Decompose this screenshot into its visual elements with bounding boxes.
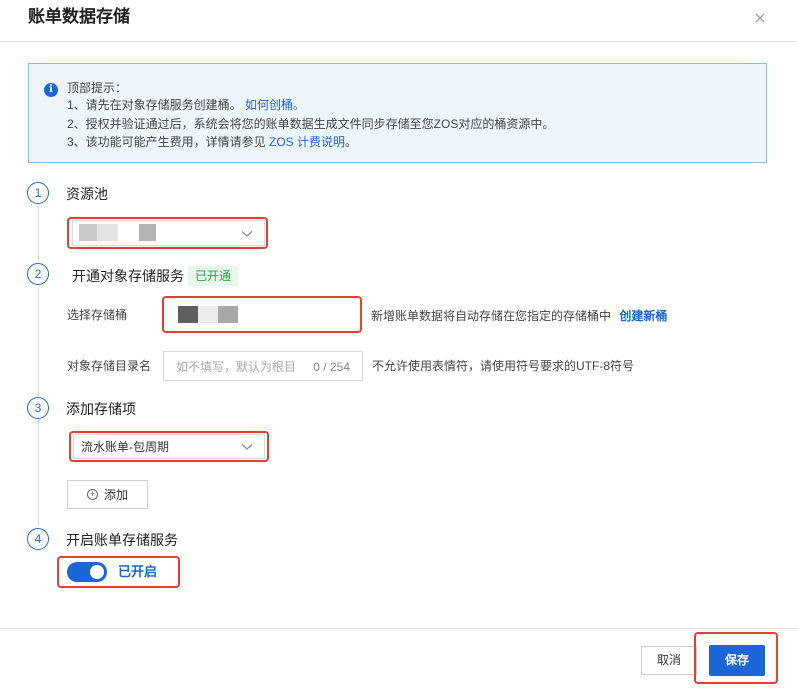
bucket-hint-text: 新增账单数据将自动存储在您指定的存储桶中 xyxy=(371,309,612,323)
create-bucket-link[interactable]: 创建新桶 xyxy=(619,309,667,323)
directory-placeholder: 如不填写，默认为根目 xyxy=(176,360,297,374)
step-4-circle: 4 xyxy=(27,528,49,550)
char-counter: 0 / 254 xyxy=(313,360,350,374)
step-connector xyxy=(38,420,39,526)
step-3-title: 添加存储项 xyxy=(66,401,136,417)
highlight-box xyxy=(694,632,778,684)
bucket-hint: 新增账单数据将自动存储在您指定的存储桶中 创建新桶 xyxy=(371,308,667,324)
cancel-button[interactable]: 取消 xyxy=(641,646,697,675)
plus-circle-icon: + xyxy=(87,489,98,500)
notice-line-3: 3、该功能可能产生费用，详情请参见 ZOS 计费说明。 xyxy=(67,134,357,150)
highlight-box xyxy=(67,217,268,249)
bucket-label: 选择存储桶 xyxy=(67,308,128,322)
step-connector xyxy=(38,288,39,396)
notice-line-1: 1、请先在对象存储服务创建桶。 如何创桶。 xyxy=(67,97,305,113)
notice-line-3-text: 3、该功能可能产生费用，详情请参见 xyxy=(67,135,270,149)
highlight-box xyxy=(69,431,269,462)
notice-line-1-text: 1、请先在对象存储服务创建桶。 xyxy=(67,98,242,112)
dialog-title: 账单数据存储 xyxy=(28,7,130,26)
step-1-circle: 1 xyxy=(27,182,49,204)
info-icon: i xyxy=(44,83,58,97)
step-4-title: 开启账单存储服务 xyxy=(66,532,178,548)
dialog-header: 账单数据存储 xyxy=(0,0,797,42)
highlight-box xyxy=(162,296,362,333)
notice-line-3-suffix: 。 xyxy=(345,135,358,149)
directory-input[interactable]: 如不填写，默认为根目 0 / 254 xyxy=(163,351,363,381)
bill-storage-dialog: 账单数据存储 i 顶部提示： 1、请先在对象存储服务创建桶。 如何创桶。 2、授… xyxy=(0,0,797,688)
directory-label: 对象存储目录名 xyxy=(67,359,152,373)
step-3-circle: 3 xyxy=(27,397,49,419)
add-storage-item-button[interactable]: + 添加 xyxy=(67,480,148,509)
zos-billing-link[interactable]: ZOS 计费说明 xyxy=(269,135,345,149)
notice-heading: 顶部提示： xyxy=(67,81,128,95)
close-icon[interactable] xyxy=(752,10,768,26)
step-connector xyxy=(38,206,39,261)
how-to-create-bucket-link[interactable]: 如何创桶。 xyxy=(245,98,305,112)
status-badge: 已开通 xyxy=(188,266,239,286)
directory-hint: 不允许使用表情符，请使用符号要求的UTF-8符号 xyxy=(372,359,634,373)
highlight-box xyxy=(57,556,180,588)
notice-box: i 顶部提示： 1、请先在对象存储服务创建桶。 如何创桶。 2、授权并验证通过后… xyxy=(28,63,767,163)
step-2-title: 开通对象存储服务 xyxy=(72,268,184,284)
add-button-label: 添加 xyxy=(104,488,129,502)
step-2-circle: 2 xyxy=(27,263,49,285)
step-1-title: 资源池 xyxy=(66,186,108,202)
notice-line-2: 2、授权并验证通过后，系统会将您的账单数据生成文件同步存储至您ZOS对应的桶资源… xyxy=(67,117,555,131)
